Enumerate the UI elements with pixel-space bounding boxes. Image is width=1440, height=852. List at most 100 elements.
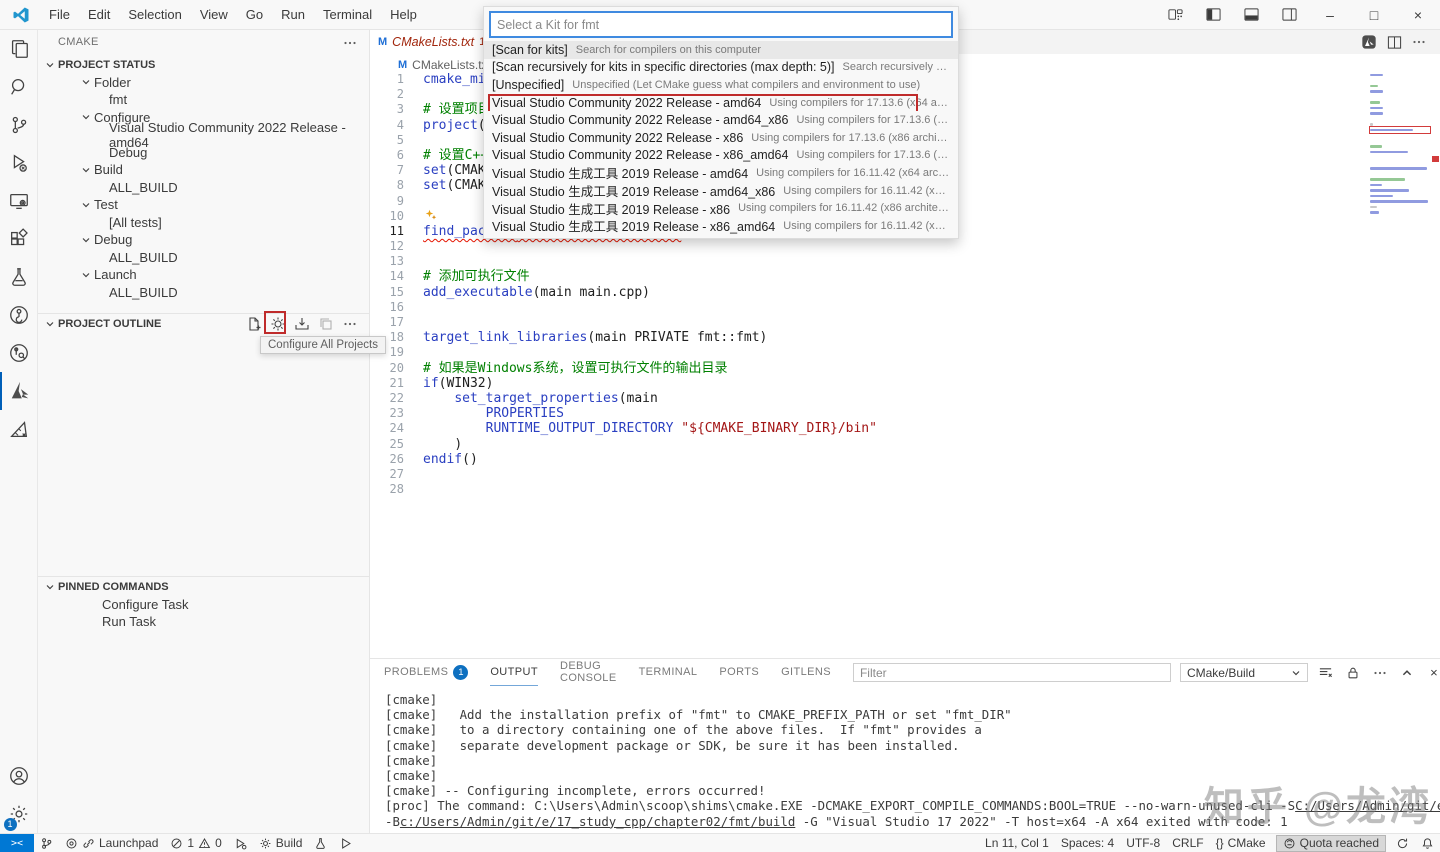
gitlens-icon[interactable]	[0, 296, 38, 334]
encoding[interactable]: UTF-8	[1120, 834, 1166, 852]
copilot-sparkle-icon[interactable]	[425, 209, 437, 221]
remote-indicator[interactable]: ><	[0, 834, 34, 852]
source-control-icon[interactable]	[0, 106, 38, 144]
tree-item[interactable]: Folder	[38, 74, 369, 92]
code-line[interactable]: 27	[370, 467, 1368, 482]
tree-item[interactable]: ALL_BUILD	[38, 249, 369, 267]
code-line[interactable]: 22 set_target_properties(main	[370, 391, 1368, 406]
kit-search-input[interactable]	[490, 12, 952, 37]
tree-item[interactable]: ALL_BUILD	[38, 284, 369, 302]
outline-more-icon[interactable]	[341, 315, 359, 333]
code-line[interactable]: 18target_link_libraries(main PRIVATE fmt…	[370, 330, 1368, 345]
launch-play-icon[interactable]	[333, 834, 358, 852]
kit-option[interactable]: Visual Studio Community 2022 Release - x…	[484, 147, 958, 165]
code-line[interactable]: 21if(WIN32)	[370, 376, 1368, 391]
panel-tab-output[interactable]: OUTPUT	[490, 659, 538, 686]
cmake-build-button[interactable]: Build	[253, 834, 309, 852]
output-channel-select[interactable]: CMake/Build	[1180, 663, 1308, 682]
minimize-button[interactable]: –	[1308, 0, 1352, 29]
run-debug-icon[interactable]	[0, 144, 38, 182]
tree-item[interactable]: Visual Studio Community 2022 Release - a…	[38, 126, 369, 144]
code-line[interactable]: 15add_executable(main main.cpp)	[370, 285, 1368, 300]
remote-explorer-icon[interactable]	[0, 182, 38, 220]
branch-status-item[interactable]	[34, 834, 59, 852]
output-filter-input[interactable]	[853, 663, 1171, 682]
code-line[interactable]: 26endif()	[370, 452, 1368, 467]
panel-tab-gitlens[interactable]: GITLENS	[781, 659, 831, 686]
code-line[interactable]: 19	[370, 345, 1368, 360]
kit-option[interactable]: Visual Studio Community 2022 Release - a…	[484, 94, 958, 112]
problems-status-item[interactable]: 1 0	[164, 834, 227, 852]
kit-option[interactable]: [Scan for kits]Search for compilers on t…	[484, 41, 958, 59]
project-outline-header[interactable]: PROJECT OUTLINE	[38, 313, 369, 333]
pinned-commands-header[interactable]: PINNED COMMANDS	[38, 576, 369, 596]
minimap[interactable]	[1370, 72, 1430, 226]
search-icon[interactable]	[0, 68, 38, 106]
customize-layout-icon[interactable]	[1160, 4, 1190, 26]
indentation[interactable]: Spaces: 4	[1055, 834, 1120, 852]
kit-option[interactable]: Visual Studio 生成工具 2019 Release - x86_am…	[484, 217, 958, 235]
close-button[interactable]: ×	[1396, 0, 1440, 29]
panel-more-icon[interactable]	[1371, 664, 1389, 682]
clear-output-icon[interactable]	[1317, 664, 1335, 682]
ctest-icon[interactable]	[308, 834, 333, 852]
code-line[interactable]: 13	[370, 254, 1368, 269]
copy-icon[interactable]	[317, 315, 335, 333]
ruler-triangle-icon[interactable]	[0, 410, 38, 448]
tree-item[interactable]: Test	[38, 196, 369, 214]
code-line[interactable]: 28	[370, 482, 1368, 497]
tree-item[interactable]: ALL_BUILD	[38, 179, 369, 197]
tree-item[interactable]: fmt	[38, 91, 369, 109]
tree-item[interactable]: PROJECT STATUS	[38, 56, 369, 74]
kit-option[interactable]: Visual Studio 生成工具 2019 Release - x86Usi…	[484, 199, 958, 217]
maximize-button[interactable]: □	[1352, 0, 1396, 29]
panel-tab-terminal[interactable]: TERMINAL	[639, 659, 698, 686]
eol-sequence[interactable]: CRLF	[1166, 834, 1209, 852]
sync-icon[interactable]	[1390, 834, 1415, 852]
extensions-icon[interactable]	[0, 220, 38, 258]
kit-option[interactable]: [Scan recursively for kits in specific d…	[484, 59, 958, 77]
launchpad-status-item[interactable]: Launchpad	[59, 834, 164, 852]
tree-item[interactable]: Debug	[38, 231, 369, 249]
maximize-panel-icon[interactable]	[1398, 664, 1416, 682]
toggle-panel-icon[interactable]	[1236, 4, 1266, 26]
lock-icon[interactable]	[1344, 664, 1362, 682]
build-all-icon[interactable]	[293, 315, 311, 333]
cmake-icon[interactable]	[0, 372, 38, 410]
settings-gear-icon[interactable]: 1	[0, 795, 38, 833]
toggle-secondary-sidebar-icon[interactable]	[1274, 4, 1304, 26]
cursor-position[interactable]: Ln 11, Col 1	[979, 834, 1055, 852]
menu-edit[interactable]: Edit	[79, 4, 119, 26]
code-line[interactable]: 24 RUNTIME_OUTPUT_DIRECTORY "${CMAKE_BIN…	[370, 421, 1368, 436]
code-line[interactable]: 14# 添加可执行文件	[370, 269, 1368, 284]
kit-option[interactable]: Visual Studio Community 2022 Release - x…	[484, 129, 958, 147]
split-editor-icon[interactable]	[1387, 35, 1402, 50]
code-line[interactable]: 25 )	[370, 437, 1368, 452]
output-path-link[interactable]: C:/Users/Admin/git/e/17_study_cpp/chapte…	[1295, 798, 1440, 813]
pinned-configure-task[interactable]: Configure Task	[102, 597, 188, 614]
menu-terminal[interactable]: Terminal	[314, 4, 381, 26]
pinned-run-task[interactable]: Run Task	[102, 614, 156, 631]
menu-help[interactable]: Help	[381, 4, 426, 26]
testing-icon[interactable]	[0, 258, 38, 296]
menu-run[interactable]: Run	[272, 4, 314, 26]
notifications-bell-icon[interactable]	[1415, 834, 1440, 852]
tree-item[interactable]: Build	[38, 161, 369, 179]
cmake-logo-icon[interactable]	[1361, 34, 1377, 50]
account-icon[interactable]	[0, 757, 38, 795]
configure-all-icon[interactable]	[269, 315, 287, 333]
menu-selection[interactable]: Selection	[119, 4, 190, 26]
tree-item[interactable]: Launch	[38, 266, 369, 284]
copilot-quota-item[interactable]: Quota reached	[1276, 835, 1386, 852]
explorer-icon[interactable]	[0, 30, 38, 68]
toggle-sidebar-icon[interactable]	[1198, 4, 1228, 26]
editor-more-icon[interactable]	[1412, 35, 1426, 49]
panel-tab-debug-console[interactable]: DEBUG CONSOLE	[560, 659, 617, 686]
code-line[interactable]: 16	[370, 300, 1368, 315]
gitlens-inspect-icon[interactable]	[0, 334, 38, 372]
kit-option[interactable]: [Unspecified]Unspecified (Let CMake gues…	[484, 76, 958, 94]
language-mode[interactable]: {} CMake	[1210, 834, 1272, 852]
kit-option[interactable]: Visual Studio 生成工具 2019 Release - amd64_…	[484, 182, 958, 200]
panel-tab-problems[interactable]: PROBLEMS1	[384, 659, 468, 686]
code-line[interactable]: 20# 如果是Windows系统，设置可执行文件的输出目录	[370, 361, 1368, 376]
